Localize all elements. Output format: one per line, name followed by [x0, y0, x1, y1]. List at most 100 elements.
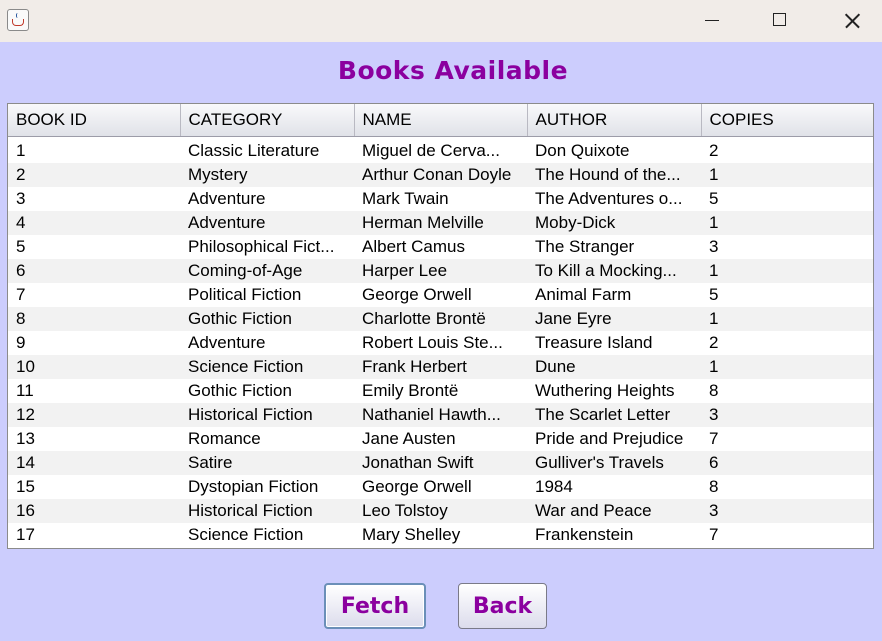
cell-author[interactable]: Pride and Prejudice — [527, 427, 701, 451]
cell-author[interactable]: Wuthering Heights — [527, 379, 701, 403]
cell-category[interactable]: Historical Fiction — [180, 402, 354, 427]
cell-author[interactable]: Gulliver's Travels — [527, 450, 701, 475]
cell-copies[interactable]: 2 — [701, 136, 873, 163]
cell-category[interactable]: Gothic Fiction — [180, 379, 354, 403]
maximize-icon[interactable] — [757, 0, 803, 42]
cell-book-id[interactable]: 1 — [8, 136, 180, 163]
cell-author[interactable]: 1984 — [527, 475, 701, 499]
cell-book-id[interactable]: 10 — [8, 354, 180, 379]
cell-name[interactable]: Mary Shelley — [354, 523, 527, 547]
table-row[interactable]: 16 Historical Fiction Leo Tolstoy War and P… — [8, 498, 873, 523]
fetch-button[interactable]: Fetch — [324, 583, 426, 629]
cell-name[interactable]: Herman Melville — [354, 210, 527, 235]
cell-book-id[interactable]: 2 — [8, 162, 180, 187]
cell-copies[interactable]: 3 — [701, 498, 873, 523]
cell-copies[interactable]: 7 — [701, 427, 873, 451]
books-table[interactable]: BOOK ID CATEGORY NAME AUTHOR COPIES 1 Cla… — [7, 103, 874, 549]
column-header-name[interactable]: NAME — [354, 104, 528, 137]
column-header-copies[interactable]: COPIES — [701, 104, 873, 137]
cell-copies[interactable]: 3 — [701, 235, 873, 259]
cell-copies[interactable]: 1 — [701, 354, 873, 379]
cell-author[interactable]: The Hound of the... — [527, 162, 701, 187]
table-row[interactable]: 11 Gothic Fiction Emily Brontë Wuthering He… — [8, 379, 873, 403]
cell-name[interactable]: Miguel de Cerva... — [354, 136, 527, 163]
table-row[interactable]: 5 Philosophical Fict... Albert Camus The St… — [8, 235, 873, 259]
cell-name[interactable]: Robert Louis Ste... — [354, 331, 527, 355]
cell-book-id[interactable]: 7 — [8, 283, 180, 307]
table-row[interactable]: 14 Satire Jonathan Swift Gulliver's Travels… — [8, 450, 873, 475]
cell-author[interactable]: To Kill a Mocking... — [527, 258, 701, 283]
table-row[interactable]: 4 Adventure Herman Melville Moby-Dick 1 — [8, 210, 873, 235]
cell-category[interactable]: Coming-of-Age — [180, 258, 354, 283]
cell-category[interactable]: Classic Literature — [180, 136, 354, 163]
cell-category[interactable]: Science Fiction — [180, 523, 354, 547]
cell-copies[interactable]: 8 — [701, 379, 873, 403]
cell-copies[interactable]: 5 — [701, 283, 873, 307]
cell-category[interactable]: Mystery — [180, 162, 354, 187]
cell-book-id[interactable]: 16 — [8, 498, 180, 523]
table-row[interactable]: 3 Adventure Mark Twain The Adventures o... 5 — [8, 187, 873, 211]
table-row[interactable]: 7 Political Fiction George Orwell Animal Fa… — [8, 283, 873, 307]
cell-name[interactable]: Arthur Conan Doyle — [354, 162, 527, 187]
cell-book-id[interactable]: 8 — [8, 306, 180, 331]
cell-category[interactable]: Gothic Fiction — [180, 306, 354, 331]
cell-copies[interactable]: 1 — [701, 258, 873, 283]
cell-book-id[interactable]: 4 — [8, 210, 180, 235]
table-row[interactable]: 8 Gothic Fiction Charlotte Brontë Jane Eyre… — [8, 306, 873, 331]
cell-category[interactable]: Political Fiction — [180, 283, 354, 307]
cell-book-id[interactable]: 13 — [8, 427, 180, 451]
cell-author[interactable]: The Stranger — [527, 235, 701, 259]
cell-book-id[interactable]: 11 — [8, 379, 180, 403]
table-row[interactable]: 12 Historical Fiction Nathaniel Hawth... Th… — [8, 402, 873, 427]
minimize-icon[interactable] — [688, 0, 734, 42]
column-header-author[interactable]: AUTHOR — [527, 104, 702, 137]
cell-author[interactable]: Animal Farm — [527, 283, 701, 307]
cell-book-id[interactable]: 12 — [8, 402, 180, 427]
cell-author[interactable]: Don Quixote — [527, 136, 701, 163]
column-header-book-id[interactable]: BOOK ID — [8, 104, 181, 137]
cell-name[interactable]: Leo Tolstoy — [354, 498, 527, 523]
cell-name[interactable]: George Orwell — [354, 475, 527, 499]
cell-category[interactable]: Philosophical Fict... — [180, 235, 354, 259]
cell-author[interactable]: Dune — [527, 354, 701, 379]
close-icon[interactable] — [828, 0, 874, 42]
cell-category[interactable]: Romance — [180, 427, 354, 451]
cell-copies[interactable]: 3 — [701, 402, 873, 427]
cell-author[interactable]: Treasure Island — [527, 331, 701, 355]
cell-book-id[interactable]: 14 — [8, 450, 180, 475]
table-row[interactable]: 10 Science Fiction Frank Herbert Dune 1 — [8, 354, 873, 379]
cell-name[interactable]: Albert Camus — [354, 235, 527, 259]
table-row[interactable]: 2 Mystery Arthur Conan Doyle The Hound of t… — [8, 162, 873, 187]
cell-name[interactable]: George Orwell — [354, 283, 527, 307]
cell-book-id[interactable]: 15 — [8, 475, 180, 499]
cell-name[interactable]: Jonathan Swift — [354, 450, 527, 475]
cell-author[interactable]: Moby-Dick — [527, 210, 701, 235]
cell-name[interactable]: Mark Twain — [354, 187, 527, 211]
cell-copies[interactable]: 2 — [701, 331, 873, 355]
cell-book-id[interactable]: 5 — [8, 235, 180, 259]
cell-name[interactable]: Jane Austen — [354, 427, 527, 451]
cell-author[interactable]: War and Peace — [527, 498, 701, 523]
cell-category[interactable]: Dystopian Fiction — [180, 475, 354, 499]
cell-copies[interactable]: 8 — [701, 475, 873, 499]
cell-copies[interactable]: 1 — [701, 210, 873, 235]
cell-copies[interactable]: 7 — [701, 523, 873, 547]
cell-copies[interactable]: 6 — [701, 450, 873, 475]
cell-name[interactable]: Frank Herbert — [354, 354, 527, 379]
cell-name[interactable]: Charlotte Brontë — [354, 306, 527, 331]
cell-author[interactable]: Frankenstein — [527, 523, 701, 547]
cell-book-id[interactable]: 17 — [8, 523, 180, 547]
cell-author[interactable]: The Adventures o... — [527, 187, 701, 211]
cell-category[interactable]: Adventure — [180, 187, 354, 211]
cell-category[interactable]: Satire — [180, 450, 354, 475]
cell-copies[interactable]: 5 — [701, 187, 873, 211]
cell-name[interactable]: Harper Lee — [354, 258, 527, 283]
cell-copies[interactable]: 1 — [701, 306, 873, 331]
cell-book-id[interactable]: 6 — [8, 258, 180, 283]
back-button[interactable]: Back — [458, 583, 547, 629]
table-row[interactable]: 13 Romance Jane Austen Pride and Prejudice 7 — [8, 427, 873, 451]
cell-name[interactable]: Nathaniel Hawth... — [354, 402, 527, 427]
cell-book-id[interactable]: 3 — [8, 187, 180, 211]
cell-copies[interactable]: 1 — [701, 162, 873, 187]
cell-category[interactable]: Science Fiction — [180, 354, 354, 379]
